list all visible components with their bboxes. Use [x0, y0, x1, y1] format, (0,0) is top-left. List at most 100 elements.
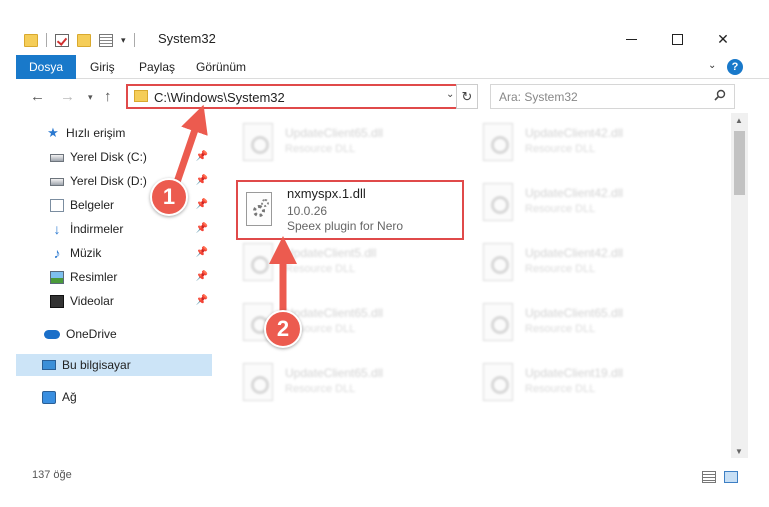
close-button[interactable]: ✕	[700, 28, 746, 50]
file-name: nxmyspx.1.dll	[287, 186, 366, 201]
navigation-pane: ★ Hızlı erişim Yerel Disk (C:) 📌 Yerel D…	[16, 113, 212, 458]
file-description: Resource DLL	[285, 383, 356, 395]
up-arrow-icon[interactable]: ↑	[104, 88, 112, 105]
file-description: Resource DLL	[525, 143, 596, 155]
nav-disk-c[interactable]: Yerel Disk (C:) 📌	[50, 146, 212, 168]
scroll-up-icon[interactable]: ▲	[735, 116, 743, 125]
star-icon: ★	[47, 125, 59, 140]
pin-icon[interactable]: 📌	[196, 151, 208, 162]
tab-share[interactable]: Paylaş	[139, 55, 175, 79]
customize-icon[interactable]	[99, 33, 113, 47]
nav-onedrive[interactable]: OneDrive	[44, 323, 212, 345]
nav-music[interactable]: ♪ Müzik 📌	[50, 242, 212, 264]
scroll-down-icon[interactable]: ▼	[735, 447, 743, 456]
file-item[interactable]: UpdateClient65.dll Resource DLL	[475, 297, 705, 349]
search-icon[interactable]	[714, 89, 726, 101]
file-name: UpdateClient65.dll	[285, 126, 384, 140]
file-item[interactable]: UpdateClient19.dll Resource DLL	[475, 357, 705, 409]
nav-pictures[interactable]: Resimler 📌	[50, 266, 212, 288]
status-bar: 137 öğe	[16, 464, 769, 490]
vertical-scrollbar[interactable]: ▲ ▼	[731, 113, 748, 458]
dll-file-icon	[483, 243, 513, 281]
file-name: UpdateClient42.dll	[525, 246, 624, 260]
expand-ribbon-icon[interactable]: ⌄	[708, 60, 716, 71]
close-icon: ✕	[717, 30, 729, 47]
back-arrow-icon[interactable]: ←	[30, 88, 45, 105]
search-placeholder: Ara: System32	[499, 90, 578, 104]
file-name: UpdateClient65.dll	[285, 366, 384, 380]
new-folder-icon[interactable]	[77, 33, 91, 47]
file-description: Resource DLL	[285, 143, 356, 155]
file-name: UpdateClient65.dll	[285, 306, 384, 320]
nav-label: Hızlı erişim	[66, 126, 126, 140]
videos-icon	[50, 294, 64, 308]
downloads-icon: ↓	[53, 221, 61, 237]
gear-icon	[261, 199, 269, 207]
pin-icon[interactable]: 📌	[196, 223, 208, 234]
music-icon: ♪	[53, 245, 61, 261]
nav-label: Ağ	[62, 390, 77, 404]
highlighted-file-item[interactable]: nxmyspx.1.dll 10.0.26 Speex plugin for N…	[236, 180, 464, 240]
pin-icon[interactable]: 📌	[196, 271, 208, 282]
maximize-button[interactable]	[654, 28, 700, 50]
nav-label: Videolar	[70, 294, 114, 308]
onedrive-icon	[44, 329, 60, 339]
minimize-button[interactable]	[608, 28, 654, 50]
file-name: UpdateClient19.dll	[525, 366, 624, 380]
file-item[interactable]: UpdateClient5.dll Resource DLL	[235, 237, 465, 289]
folder-icon	[134, 90, 148, 102]
tab-file[interactable]: Dosya	[16, 55, 76, 79]
tiles-view-icon[interactable]	[724, 471, 738, 483]
forward-arrow-icon[interactable]: →	[60, 88, 75, 105]
dll-file-icon	[483, 183, 513, 221]
step-1-badge: 1	[150, 178, 188, 216]
nav-label: Yerel Disk (D:)	[70, 174, 147, 188]
pin-icon[interactable]: 📌	[196, 199, 208, 210]
nav-label: Müzik	[70, 246, 102, 260]
file-description: Resource DLL	[525, 383, 596, 395]
refresh-button[interactable]: ↻	[456, 84, 478, 109]
address-path[interactable]: C:\Windows\System32	[154, 90, 285, 105]
nav-network[interactable]: Ağ	[42, 386, 212, 408]
scrollbar-thumb[interactable]	[734, 131, 745, 195]
title-bar: ▾ System32 ✕	[0, 0, 769, 54]
pin-icon[interactable]: 📌	[196, 295, 208, 306]
properties-check-icon[interactable]	[55, 33, 69, 47]
address-bar[interactable]: C:\Windows\System32 ⌄	[126, 84, 476, 109]
file-name: UpdateClient42.dll	[525, 126, 624, 140]
step-2-badge: 2	[264, 310, 302, 348]
file-item[interactable]: UpdateClient42.dll Resource DLL	[475, 177, 705, 229]
nav-label: Resimler	[70, 270, 118, 284]
nav-this-pc[interactable]: Bu bilgisayar	[16, 354, 212, 376]
file-description: Resource DLL	[525, 323, 596, 335]
folder-icon[interactable]	[24, 33, 38, 47]
maximize-icon	[671, 33, 683, 45]
dll-file-icon	[246, 192, 272, 226]
tab-view[interactable]: Görünüm	[196, 55, 246, 79]
nav-downloads[interactable]: ↓ İndirmeler 📌	[50, 218, 212, 240]
file-name: UpdateClient42.dll	[525, 186, 624, 200]
ribbon-tabs: Dosya Giriş Paylaş Görünüm ⌄ ?	[16, 55, 769, 79]
file-name: UpdateClient5.dll	[285, 246, 377, 260]
help-icon[interactable]: ?	[727, 59, 743, 75]
nav-label: Belgeler	[70, 198, 115, 212]
recent-locations-chevron-icon[interactable]: ▾	[88, 92, 93, 103]
details-view-icon[interactable]	[702, 471, 716, 483]
file-item[interactable]: UpdateClient65.dll Resource DLL	[235, 117, 465, 169]
file-item[interactable]: UpdateClient42.dll Resource DLL	[475, 237, 705, 289]
nav-disk-d[interactable]: Yerel Disk (D:) 📌	[50, 170, 212, 192]
dll-file-icon	[243, 243, 273, 281]
file-item[interactable]: UpdateClient65.dll Resource DLL	[235, 357, 465, 409]
nav-videos[interactable]: Videolar 📌	[50, 290, 212, 312]
pin-icon[interactable]: 📌	[196, 175, 208, 186]
address-dropdown-icon[interactable]: ⌄	[446, 89, 454, 100]
pin-icon[interactable]: 📌	[196, 247, 208, 258]
disk-icon	[50, 178, 64, 186]
file-description: Speex plugin for Nero	[287, 219, 404, 233]
tab-home[interactable]: Giriş	[90, 55, 115, 79]
file-version: 10.0.26	[287, 204, 328, 218]
search-input[interactable]: Ara: System32	[490, 84, 735, 109]
file-item[interactable]: UpdateClient42.dll Resource DLL	[475, 117, 705, 169]
minimize-icon	[625, 38, 637, 40]
chevron-down-icon[interactable]: ▾	[121, 35, 126, 46]
